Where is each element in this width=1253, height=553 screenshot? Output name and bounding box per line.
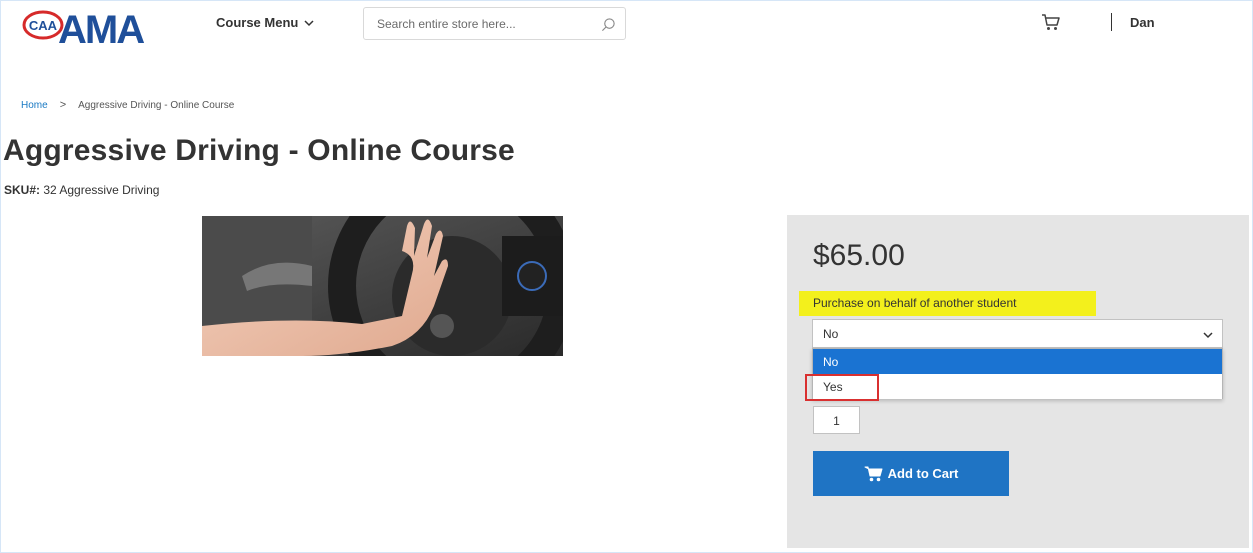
select-current-value: No xyxy=(823,327,839,341)
select-option-no[interactable]: No xyxy=(813,349,1222,374)
svg-text:CAA: CAA xyxy=(29,18,58,33)
product-image xyxy=(202,216,563,356)
breadcrumb: Home > Aggressive Driving - Online Cours… xyxy=(21,99,234,111)
chevron-down-icon xyxy=(1203,332,1213,339)
annotation-highlight-box xyxy=(805,374,879,401)
breadcrumb-current: Aggressive Driving - Online Course xyxy=(78,99,235,111)
page-title: Aggressive Driving - Online Course xyxy=(3,134,515,167)
purchase-on-behalf-label: Purchase on behalf of another student xyxy=(799,291,1096,316)
search-icon[interactable] xyxy=(601,17,616,32)
cart-icon xyxy=(864,466,883,481)
add-to-cart-label: Add to Cart xyxy=(887,466,959,481)
sku-value: 32 Aggressive Driving xyxy=(43,183,160,197)
course-menu-label: Course Menu xyxy=(216,15,299,30)
svg-text:AMA: AMA xyxy=(58,8,144,46)
product-price: $65.00 xyxy=(813,239,905,272)
search-input[interactable] xyxy=(364,8,594,39)
add-to-cart-button[interactable]: Add to Cart xyxy=(813,451,1009,496)
search-box xyxy=(363,7,626,40)
breadcrumb-separator: > xyxy=(59,99,67,111)
user-account-link[interactable]: Dan xyxy=(1130,15,1155,30)
header-divider xyxy=(1111,13,1112,31)
course-menu-button[interactable]: Course Menu xyxy=(216,15,314,30)
product-sku: SKU#: 32 Aggressive Driving xyxy=(4,183,159,197)
caa-ama-logo[interactable]: CAA AMA xyxy=(22,8,168,52)
chevron-down-icon xyxy=(304,19,314,26)
sku-label: SKU#: xyxy=(4,183,41,197)
cart-icon[interactable] xyxy=(1041,12,1061,32)
breadcrumb-home-link[interactable]: Home xyxy=(21,100,48,111)
quantity-input[interactable]: 1 xyxy=(813,406,860,434)
purchase-on-behalf-select[interactable]: No xyxy=(812,319,1223,348)
